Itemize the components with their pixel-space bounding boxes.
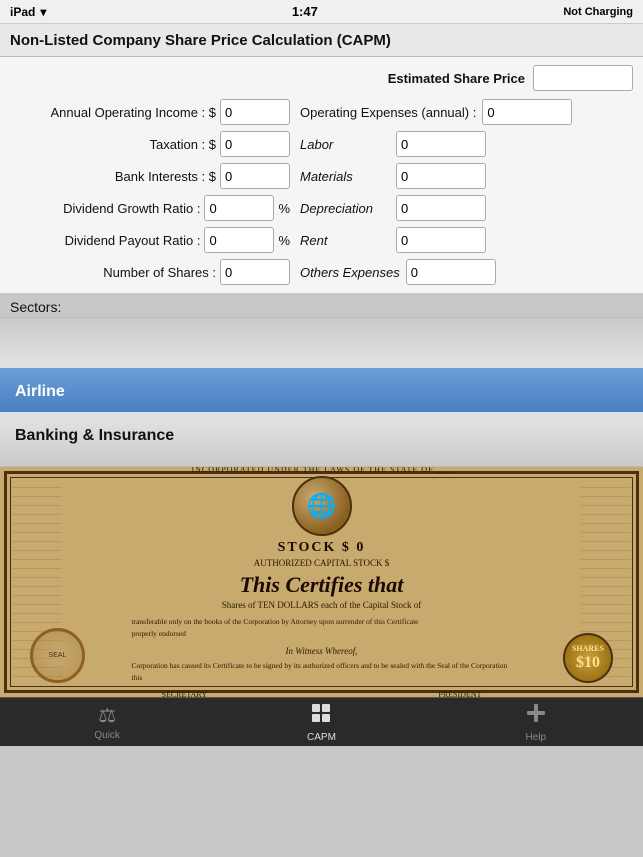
- cert-president: PRESIDENT: [438, 690, 481, 697]
- status-left: iPad ▾: [10, 5, 46, 19]
- dividend-payout-ratio-pct: %: [278, 233, 290, 248]
- stock-certificate: INCORPORATED UNDER THE LAWS OF THE STATE…: [0, 467, 643, 697]
- page-title: Non-Listed Company Share Price Calculati…: [10, 32, 391, 49]
- rent-label: Rent: [300, 233, 390, 248]
- others-expenses-input[interactable]: [406, 259, 496, 285]
- sectors-label: Sectors:: [0, 293, 643, 317]
- materials-label: Materials: [300, 169, 390, 184]
- status-right: Not Charging: [563, 6, 633, 18]
- annual-operating-income-row: Annual Operating Income : $: [10, 99, 290, 125]
- picker-item-communications[interactable]: Communications: [0, 458, 643, 467]
- cert-stock-line: STOCK $ 0: [132, 540, 512, 556]
- picker-items-list: Airline Banking & Insurance Communicatio…: [0, 318, 643, 467]
- annual-operating-income-label: Annual Operating Income : $: [51, 105, 217, 120]
- form-area: Estimated Share Price Annual Operating I…: [0, 57, 643, 293]
- dividend-payout-ratio-row: Dividend Payout Ratio : %: [10, 227, 290, 253]
- depreciation-input[interactable]: [396, 195, 486, 221]
- cert-this-certifies: This Certifies that: [132, 572, 512, 598]
- depreciation-row: Depreciation: [300, 195, 633, 221]
- tab-quick[interactable]: ⚖ Quick: [0, 698, 214, 746]
- dividend-growth-ratio-label: Dividend Growth Ratio :: [63, 201, 200, 216]
- operating-expenses-row: Operating Expenses (annual) :: [300, 99, 633, 125]
- bank-interests-label: Bank Interests : $: [115, 169, 216, 184]
- number-of-shares-label: Number of Shares :: [103, 265, 216, 280]
- dividend-payout-ratio-label: Dividend Payout Ratio :: [65, 233, 201, 248]
- others-expenses-label: Others Expenses: [300, 265, 400, 280]
- cert-secretary: SECRETARY: [162, 690, 208, 697]
- taxation-row: Taxation : $: [10, 131, 290, 157]
- estimated-share-price-label: Estimated Share Price: [388, 71, 525, 86]
- dividend-growth-ratio-input[interactable]: [204, 195, 274, 221]
- wifi-icon: ▾: [40, 5, 46, 19]
- left-column: Annual Operating Income : $ Taxation : $…: [10, 99, 300, 285]
- cert-witness-body: Corporation has caused its Certificate t…: [132, 660, 512, 684]
- bank-interests-row: Bank Interests : $: [10, 163, 290, 189]
- cert-shares-badge: SHARES $10: [563, 633, 613, 683]
- cert-witness: In Witness Whereof,: [132, 646, 512, 656]
- capm-label: CAPM: [307, 732, 336, 743]
- cert-authorized-text: AUTHORIZED CAPITAL STOCK $: [132, 558, 512, 568]
- cert-incorporated-text: INCORPORATED UNDER THE LAWS OF THE STATE…: [132, 467, 512, 474]
- number-of-shares-row: Number of Shares :: [10, 259, 290, 285]
- estimated-share-price-row: Estimated Share Price: [10, 65, 633, 91]
- status-bar: iPad ▾ 1:47 Not Charging: [0, 0, 643, 24]
- right-column: Operating Expenses (annual) : Labor Mate…: [300, 99, 633, 285]
- cert-shares-value: $10: [572, 654, 604, 672]
- rent-input[interactable]: [396, 227, 486, 253]
- picker-item-airline[interactable]: Airline: [0, 370, 643, 414]
- taxation-input[interactable]: [220, 131, 290, 157]
- help-icon: [525, 702, 547, 730]
- status-time: 1:47: [292, 4, 318, 19]
- quick-icon: ⚖: [98, 703, 116, 728]
- labor-row: Labor: [300, 131, 633, 157]
- dividend-growth-ratio-row: Dividend Growth Ratio : %: [10, 195, 290, 221]
- materials-input[interactable]: [396, 163, 486, 189]
- cert-content: INCORPORATED UNDER THE LAWS OF THE STATE…: [132, 467, 512, 697]
- help-label: Help: [526, 732, 547, 743]
- picker-item-empty[interactable]: [0, 326, 643, 370]
- labor-label: Labor: [300, 137, 390, 152]
- materials-row: Materials: [300, 163, 633, 189]
- title-bar: Non-Listed Company Share Price Calculati…: [0, 24, 643, 57]
- ipad-label: iPad: [10, 5, 35, 19]
- cert-seal: SEAL: [30, 628, 85, 683]
- operating-expenses-label: Operating Expenses (annual) :: [300, 105, 476, 120]
- number-of-shares-input[interactable]: [220, 259, 290, 285]
- cert-shares-top: SHARES: [572, 645, 604, 654]
- dividend-growth-ratio-pct: %: [278, 201, 290, 216]
- tab-capm[interactable]: CAPM: [214, 698, 428, 746]
- tab-help[interactable]: Help: [429, 698, 643, 746]
- annual-operating-income-input[interactable]: [220, 99, 290, 125]
- bank-interests-input[interactable]: [220, 163, 290, 189]
- two-col-form: Annual Operating Income : $ Taxation : $…: [10, 99, 633, 285]
- labor-input[interactable]: [396, 131, 486, 157]
- dividend-payout-ratio-input[interactable]: [204, 227, 274, 253]
- cert-body-text1: transferable only on the books of the Co…: [132, 616, 512, 640]
- tab-bar: ⚖ Quick CAPM Help: [0, 697, 643, 746]
- operating-expenses-input[interactable]: [482, 99, 572, 125]
- capm-icon: [310, 702, 332, 730]
- picker-item-banking[interactable]: Banking & Insurance: [0, 414, 643, 458]
- rent-row: Rent: [300, 227, 633, 253]
- cert-globe-icon: 🌐: [292, 476, 352, 536]
- sectors-picker[interactable]: Airline Banking & Insurance Communicatio…: [0, 317, 643, 467]
- depreciation-label: Depreciation: [300, 201, 390, 216]
- quick-label: Quick: [94, 730, 120, 741]
- taxation-label: Taxation : $: [150, 137, 217, 152]
- estimated-share-price-input[interactable]: [533, 65, 633, 91]
- cert-shares-line: Shares of TEN DOLLARS each of the Capita…: [132, 600, 512, 610]
- cert-signatures: SECRETARY PRESIDENT: [132, 690, 512, 697]
- others-expenses-row: Others Expenses: [300, 259, 633, 285]
